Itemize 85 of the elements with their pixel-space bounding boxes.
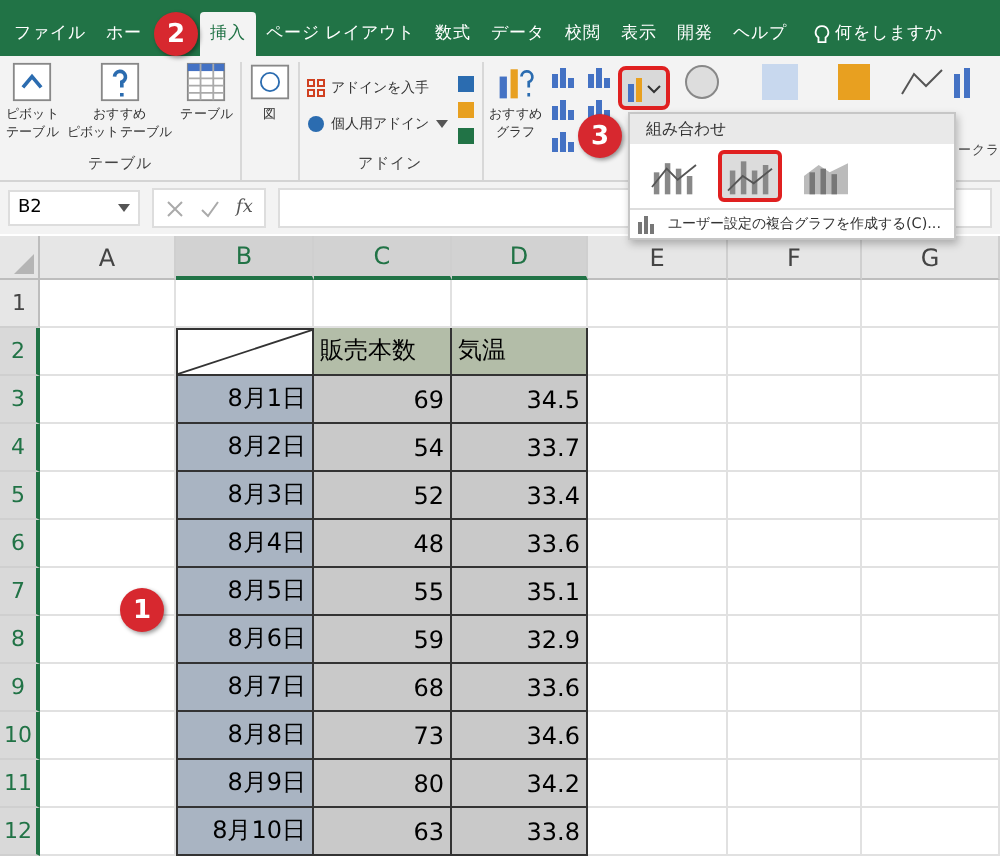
row-header[interactable]: 3	[0, 376, 40, 424]
row-header[interactable]: 7	[0, 568, 40, 616]
column-header[interactable]: D	[452, 236, 588, 280]
ribbon-tab[interactable]: 校閲	[555, 12, 612, 56]
lightbulb-icon	[813, 23, 830, 45]
ribbon-tab[interactable]: ページ レイアウト	[256, 12, 426, 56]
table-cell: 59	[314, 616, 452, 664]
ribbon-tab[interactable]: 挿入	[200, 12, 256, 56]
table-cell: 35.1	[452, 568, 588, 616]
bar-chart-icon	[636, 214, 660, 234]
ribbon-tab[interactable]: ヘルプ	[723, 12, 798, 56]
question-table-icon	[97, 62, 142, 102]
name-box[interactable]: B2	[8, 190, 140, 226]
bar-chart-icon[interactable]	[550, 62, 579, 90]
tell-me-field[interactable]: 何をしますか	[835, 22, 944, 46]
table-cell: 8月2日	[176, 424, 314, 472]
check-icon[interactable]	[200, 199, 220, 217]
table-cell: 8月4日	[176, 520, 314, 568]
ribbon-tab[interactable]: ホー	[96, 12, 152, 56]
table-cell: 69	[314, 376, 452, 424]
table-cell: 8月8日	[176, 712, 314, 760]
row-header[interactable]: 8	[0, 616, 40, 664]
ribbon-tab[interactable]: 数式	[425, 12, 482, 56]
table-cell: 8月10日	[176, 808, 314, 856]
corner-triangle-icon	[14, 254, 34, 274]
row-header[interactable]: 4	[0, 424, 40, 472]
table-cell: 80	[314, 760, 452, 808]
table-cell: 34.2	[452, 760, 588, 808]
table-icon	[184, 62, 229, 102]
insert-function-button[interactable]: fx	[236, 198, 253, 218]
table-cell: 8月3日	[176, 472, 314, 520]
table-cell: 33.7	[452, 424, 588, 472]
column-header[interactable]: F	[728, 236, 862, 280]
diagonal-header-cell	[176, 328, 314, 376]
shapes-icon	[247, 62, 292, 102]
table-cell: 54	[314, 424, 452, 472]
ribbon-tab[interactable]: データ	[481, 12, 556, 56]
table-cell: 33.6	[452, 520, 588, 568]
addin-icon	[305, 114, 326, 134]
table-cell: 33.4	[452, 472, 588, 520]
bar-chart-icon[interactable]	[586, 62, 615, 90]
table-cell: 8月6日	[176, 616, 314, 664]
table-cell: 34.6	[452, 712, 588, 760]
caret-icon[interactable]	[435, 120, 448, 128]
table-cell: 33.8	[452, 808, 588, 856]
row-header[interactable]: 10	[0, 712, 40, 760]
table-cell: 8月7日	[176, 664, 314, 712]
row-header[interactable]: 11	[0, 760, 40, 808]
row-header[interactable]: 5	[0, 472, 40, 520]
bar-chart-icon[interactable]	[550, 126, 579, 154]
row-header[interactable]: 2	[0, 328, 40, 376]
combo-chart-button[interactable]	[622, 70, 667, 106]
table-cell: 52	[314, 472, 452, 520]
column-header[interactable]: G	[862, 236, 1000, 280]
table-cell: 34.5	[452, 376, 588, 424]
cancel-icon[interactable]	[166, 199, 184, 217]
column-header[interactable]: E	[588, 236, 728, 280]
bar-chart-icon[interactable]	[550, 94, 579, 122]
table-cell: 8月9日	[176, 760, 314, 808]
combo-chart-option[interactable]	[718, 150, 782, 202]
ribbon-tab[interactable]: 表示	[611, 12, 668, 56]
table-cell: 8月5日	[176, 568, 314, 616]
table-header-cell: 販売本数	[314, 328, 452, 376]
table-cell: 32.9	[452, 616, 588, 664]
table-cell: 68	[314, 664, 452, 712]
ribbon-tab[interactable]: ファイル	[4, 12, 96, 56]
menu-title: 組み合わせ	[630, 114, 954, 144]
table-cell: 8月1日	[176, 376, 314, 424]
row-header[interactable]: 9	[0, 664, 40, 712]
pivot-table-icon	[10, 62, 55, 102]
row-header[interactable]: 6	[0, 520, 40, 568]
table-cell: 33.6	[452, 664, 588, 712]
select-all-corner[interactable]	[0, 236, 40, 280]
row-header[interactable]: 12	[0, 808, 40, 856]
ribbon-tab[interactable]: 開発	[667, 12, 724, 56]
column-header[interactable]: A	[40, 236, 176, 280]
column-header[interactable]: C	[314, 236, 452, 280]
addin-icons-drawing	[455, 74, 476, 146]
table-header-cell: 気温	[452, 328, 588, 376]
table-cell: 73	[314, 712, 452, 760]
table-cell: 55	[314, 568, 452, 616]
table-cell: 48	[314, 520, 452, 568]
table-cell: 63	[314, 808, 452, 856]
row-header[interactable]: 1	[0, 280, 40, 328]
column-header[interactable]: B	[176, 236, 314, 280]
